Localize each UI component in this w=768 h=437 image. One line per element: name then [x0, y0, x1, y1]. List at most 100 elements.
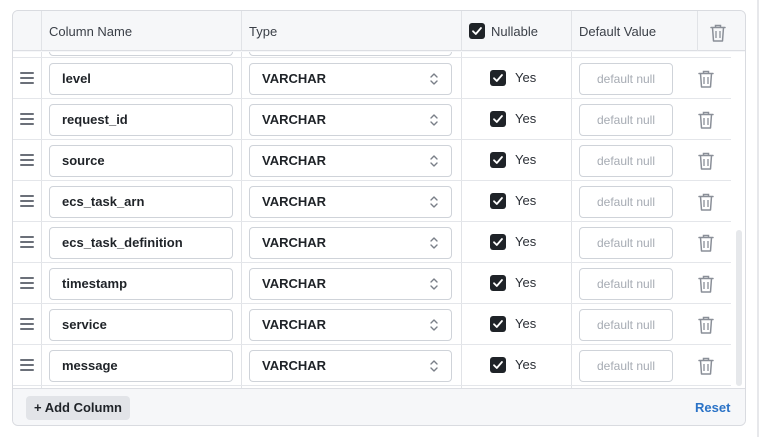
column-name-input[interactable]: service: [49, 309, 233, 341]
trash-icon: [698, 111, 714, 129]
type-select[interactable]: VARCHAR: [249, 268, 452, 300]
table-scrollbar[interactable]: [735, 52, 745, 388]
type-select[interactable]: VARCHAR: [249, 309, 452, 341]
trash-icon: [698, 70, 714, 88]
chevron-updown-icon: [430, 278, 438, 290]
delete-row-button[interactable]: [697, 356, 715, 376]
check-icon: [493, 156, 503, 164]
nullable-label: Yes: [515, 275, 537, 290]
nullable-checkbox[interactable]: [490, 357, 506, 373]
column-name-input[interactable]: ecs_task_definition: [49, 227, 233, 259]
check-icon: [493, 197, 503, 205]
column-name-value: level: [62, 71, 91, 86]
table-row: timestamp VARCHAR Yes default null: [13, 263, 731, 304]
trash-icon: [698, 234, 714, 252]
nullable-label: Yes: [515, 234, 537, 249]
default-value-input[interactable]: default null: [579, 309, 673, 341]
column-name-value: request_id: [62, 112, 128, 127]
drag-handle-icon[interactable]: [20, 359, 34, 371]
default-value-input[interactable]: default null: [579, 186, 673, 218]
delete-row-button[interactable]: [697, 110, 715, 130]
chevron-updown-icon: [430, 73, 438, 85]
nullable-checkbox[interactable]: [490, 234, 506, 250]
default-value-input[interactable]: default null: [579, 104, 673, 136]
nullable-checkbox[interactable]: [490, 275, 506, 291]
chevron-updown-icon: [430, 360, 438, 372]
nullable-checkbox[interactable]: [490, 70, 506, 86]
delete-row-button[interactable]: [697, 274, 715, 294]
nullable-checkbox[interactable]: [490, 193, 506, 209]
drag-handle-icon[interactable]: [20, 236, 34, 248]
default-value-placeholder: default null: [596, 195, 656, 209]
type-select[interactable]: VARCHAR: [249, 104, 452, 136]
delete-row-button[interactable]: [697, 233, 715, 253]
check-icon: [472, 27, 482, 35]
column-name-input[interactable]: request_id: [49, 104, 233, 136]
check-icon: [493, 279, 503, 287]
schema-editor: Column Name Type Nullable Default Value: [12, 10, 746, 426]
delete-row-button[interactable]: [697, 192, 715, 212]
default-value-input[interactable]: default null: [579, 63, 673, 95]
default-value-input[interactable]: default null: [579, 227, 673, 259]
column-name-value: message: [62, 358, 118, 373]
drag-handle-icon[interactable]: [20, 154, 34, 166]
column-name-input[interactable]: timestamp: [49, 268, 233, 300]
delete-row-button[interactable]: [697, 151, 715, 171]
nullable-label: Yes: [515, 193, 537, 208]
nullable-checkbox[interactable]: [490, 111, 506, 127]
table-row: service VARCHAR Yes default null: [13, 304, 731, 345]
nullable-checkbox[interactable]: [490, 152, 506, 168]
header-nullable: Nullable: [469, 11, 538, 51]
table-row: message VARCHAR Yes default null: [13, 345, 731, 386]
header-default-value: Default Value: [579, 23, 657, 39]
trash-icon: [698, 316, 714, 334]
column-name-input[interactable]: level: [49, 63, 233, 95]
column-name-input[interactable]: message: [49, 350, 233, 382]
delete-row-button[interactable]: [697, 69, 715, 89]
chevron-updown-icon: [430, 319, 438, 331]
type-select[interactable]: VARCHAR: [249, 186, 452, 218]
type-value: VARCHAR: [262, 153, 327, 168]
column-name-input[interactable]: source: [49, 145, 233, 177]
add-column-button[interactable]: + Add Column: [26, 396, 130, 420]
default-value-placeholder: default null: [596, 318, 656, 332]
page-scrollbar[interactable]: [757, 0, 759, 437]
default-value-input[interactable]: default null: [579, 350, 673, 382]
default-value-input[interactable]: default null: [579, 268, 673, 300]
default-value-placeholder: default null: [596, 236, 656, 250]
default-value-placeholder: default null: [596, 72, 656, 86]
delete-all-button[interactable]: [709, 23, 727, 43]
default-value-placeholder: default null: [596, 359, 656, 373]
check-icon: [493, 115, 503, 123]
type-select[interactable]: VARCHAR: [249, 350, 452, 382]
type-select[interactable]: VARCHAR: [249, 145, 452, 177]
delete-row-button[interactable]: [697, 315, 715, 335]
table-row: ecs_task_arn VARCHAR Yes default null: [13, 181, 731, 222]
drag-handle-icon[interactable]: [20, 277, 34, 289]
type-select[interactable]: VARCHAR: [249, 227, 452, 259]
table-row: level VARCHAR Yes default null: [13, 58, 731, 99]
nullable-all-checkbox[interactable]: [469, 23, 485, 39]
check-icon: [493, 74, 503, 82]
drag-handle-icon[interactable]: [20, 195, 34, 207]
drag-handle-icon[interactable]: [20, 113, 34, 125]
nullable-label: Yes: [515, 357, 537, 372]
drag-handle-icon[interactable]: [20, 318, 34, 330]
type-select[interactable]: VARCHAR: [249, 63, 452, 95]
nullable-checkbox[interactable]: [490, 316, 506, 332]
trash-icon: [698, 357, 714, 375]
drag-handle-icon[interactable]: [20, 72, 34, 84]
reset-link[interactable]: Reset: [695, 400, 730, 415]
scroll-thumb[interactable]: [736, 230, 742, 386]
table-row: source VARCHAR Yes default null: [13, 140, 731, 181]
type-value: VARCHAR: [262, 276, 327, 291]
chevron-updown-icon: [430, 196, 438, 208]
default-value-input[interactable]: default null: [579, 145, 673, 177]
column-name-input[interactable]: ecs_task_arn: [49, 186, 233, 218]
type-value: VARCHAR: [262, 235, 327, 250]
type-value: VARCHAR: [262, 358, 327, 373]
default-value-placeholder: default null: [596, 277, 656, 291]
chevron-updown-icon: [430, 114, 438, 126]
check-icon: [493, 361, 503, 369]
trash-icon: [698, 193, 714, 211]
